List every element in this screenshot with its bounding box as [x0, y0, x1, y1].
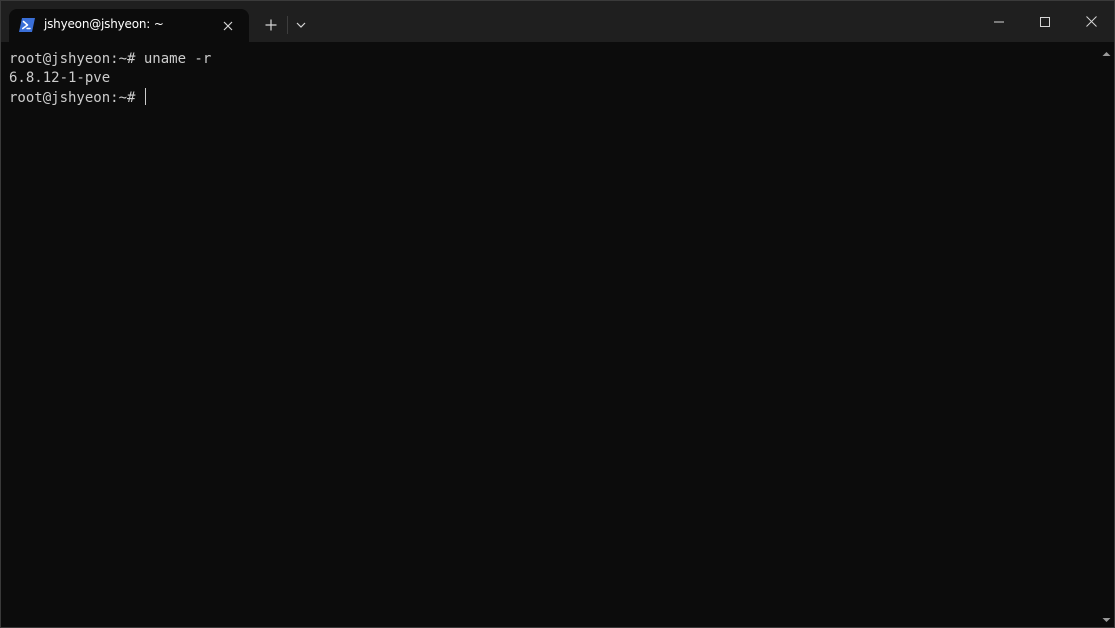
- maximize-icon: [1040, 16, 1050, 27]
- terminal-window: jshyeon@jshyeon: ~ root@jshyeon:~# uname…: [0, 0, 1115, 628]
- command: uname -r: [143, 51, 212, 67]
- prompt: root@jshyeon:~#: [9, 51, 144, 67]
- tab-separator: [287, 16, 288, 34]
- prompt: root@jshyeon:~#: [9, 90, 144, 106]
- terminal-output[interactable]: root@jshyeon:~# uname -r 6.8.12-1-pve ro…: [9, 50, 1094, 620]
- new-tab-button[interactable]: [259, 13, 283, 37]
- scroll-up-icon[interactable]: [1101, 46, 1112, 56]
- close-icon: [1085, 16, 1097, 27]
- title-bar[interactable]: jshyeon@jshyeon: ~: [1, 1, 1114, 42]
- minimize-button[interactable]: [976, 1, 1022, 42]
- maximize-button[interactable]: [1022, 1, 1068, 42]
- text-cursor: [144, 88, 146, 105]
- command-output: 6.8.12-1-pve: [9, 70, 111, 86]
- powershell-icon: [19, 18, 35, 32]
- minimize-icon: [994, 21, 1004, 22]
- terminal-line: root@jshyeon:~#: [9, 88, 1094, 107]
- close-icon: [223, 21, 233, 31]
- tab-close-button[interactable]: [219, 17, 237, 35]
- plus-icon: [265, 19, 277, 31]
- scroll-down-icon[interactable]: [1101, 612, 1112, 622]
- scrollbar[interactable]: [1099, 42, 1114, 627]
- terminal-line: root@jshyeon:~# uname -r: [9, 50, 1094, 69]
- terminal-line: 6.8.12-1-pve: [9, 69, 1094, 88]
- profile-dropdown-button[interactable]: [291, 13, 311, 37]
- close-window-button[interactable]: [1068, 1, 1114, 42]
- tab-title: jshyeon@jshyeon: ~: [44, 17, 164, 31]
- tab-active[interactable]: jshyeon@jshyeon: ~: [9, 9, 249, 42]
- chevron-down-icon: [296, 22, 306, 28]
